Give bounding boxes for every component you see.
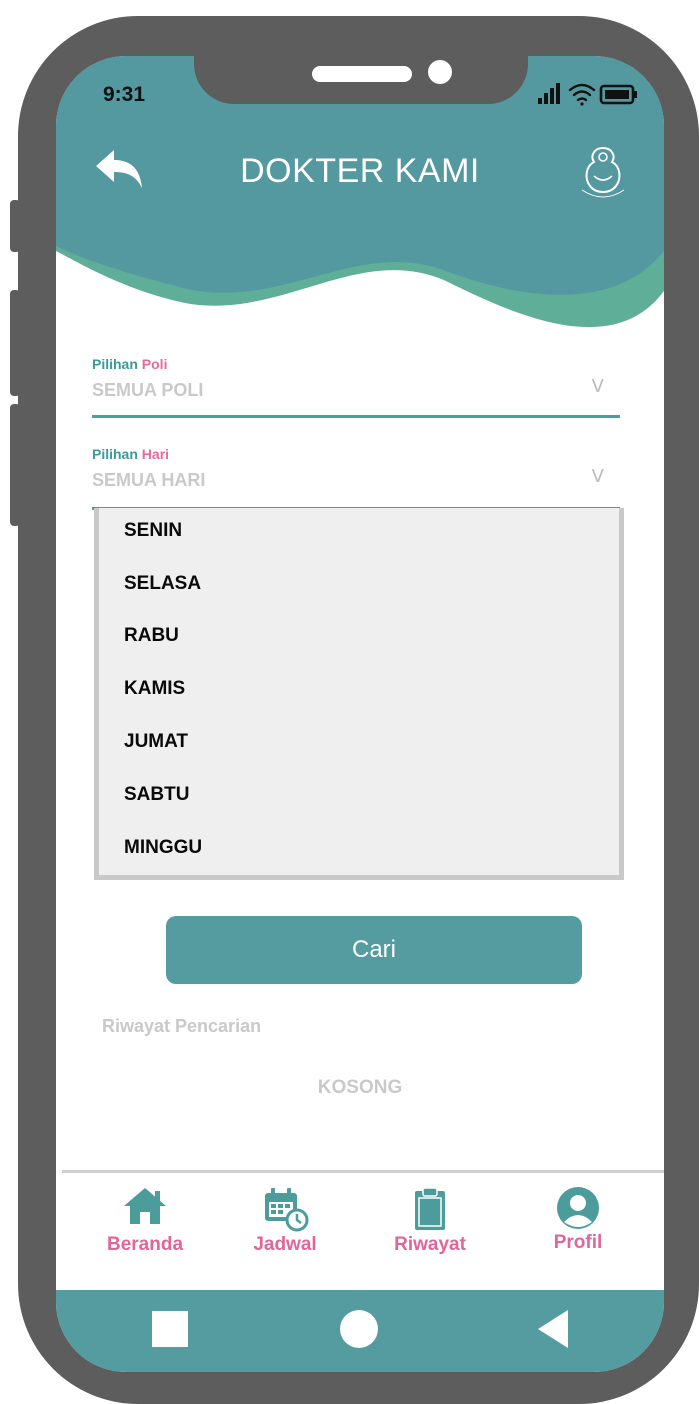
status-time: 9:31 <box>103 83 146 106</box>
signal-icon <box>538 83 560 104</box>
phone-side-button-volume-down <box>10 404 20 526</box>
hari-label: Pilihan Hari <box>92 446 620 462</box>
nav-label: Jadwal <box>253 1234 317 1255</box>
nav-item-jadwal[interactable]: Jadwal <box>225 1186 345 1256</box>
chevron-down-icon: V <box>591 466 604 487</box>
hari-dropdown-menu[interactable]: SENIN SELASA RABU KAMIS JUMAT SABTU MING… <box>94 508 624 880</box>
clipboard-icon <box>415 1187 445 1230</box>
dropdown-option-rabu[interactable]: RABU <box>124 625 179 647</box>
dropdown-option-jumat[interactable]: JUMAT <box>124 731 188 753</box>
chevron-down-icon: V <box>591 376 604 397</box>
search-button[interactable]: Cari <box>166 916 582 984</box>
hari-label-prefix: Pilihan <box>92 446 138 462</box>
dropdown-option-minggu[interactable]: MINGGU <box>124 837 202 859</box>
nav-item-beranda[interactable]: Beranda <box>85 1186 205 1256</box>
app-screen: 9:31 DOKTER KAMI Pilihan Poli SEMUA POLI… <box>56 56 664 1372</box>
search-history-label: Riwayat Pencarian <box>102 1016 262 1036</box>
poli-value: SEMUA POLI <box>92 380 204 400</box>
nav-item-profil[interactable]: Profil <box>518 1186 638 1254</box>
nav-label: Riwayat <box>394 1234 466 1255</box>
phone-side-button-mute <box>10 200 20 252</box>
clinic-logo <box>581 146 625 198</box>
nav-item-riwayat[interactable]: Riwayat <box>370 1186 490 1256</box>
poli-label: Pilihan Poli <box>92 356 620 372</box>
battery-icon <box>599 84 637 105</box>
page-title: DOKTER KAMI <box>240 152 480 190</box>
hari-select[interactable]: Pilihan Hari SEMUA HARI V <box>92 446 620 510</box>
recent-apps-button[interactable] <box>152 1311 188 1347</box>
poli-label-suffix: Poli <box>141 356 168 372</box>
status-icons <box>538 83 637 106</box>
home-button[interactable] <box>340 1310 378 1348</box>
search-history-empty: KOSONG <box>317 1077 403 1098</box>
wifi-icon <box>568 83 596 106</box>
poli-label-prefix: Pilihan <box>92 356 138 372</box>
system-back-icon[interactable] <box>538 1310 568 1348</box>
user-icon <box>557 1187 599 1229</box>
hari-value: SEMUA HARI <box>92 470 206 490</box>
phone-side-button-volume-up <box>10 290 20 396</box>
front-camera <box>428 60 452 84</box>
dropdown-option-senin[interactable]: SENIN <box>124 520 182 542</box>
speaker-grille <box>312 66 412 82</box>
poli-underline <box>92 415 620 418</box>
poli-select[interactable]: Pilihan Poli SEMUA POLI V <box>92 356 620 418</box>
nav-label: Beranda <box>106 1234 184 1255</box>
home-icon <box>124 1188 166 1224</box>
calendar-clock-icon <box>265 1188 309 1232</box>
nav-label: Profil <box>553 1232 603 1253</box>
bottom-nav-divider <box>62 1170 664 1173</box>
system-navigation-bar <box>56 1290 664 1372</box>
dropdown-option-selasa[interactable]: SELASA <box>124 573 201 595</box>
dropdown-option-sabtu[interactable]: SABTU <box>124 784 189 806</box>
hari-label-suffix: Hari <box>141 446 170 462</box>
dropdown-option-kamis[interactable]: KAMIS <box>124 678 185 700</box>
